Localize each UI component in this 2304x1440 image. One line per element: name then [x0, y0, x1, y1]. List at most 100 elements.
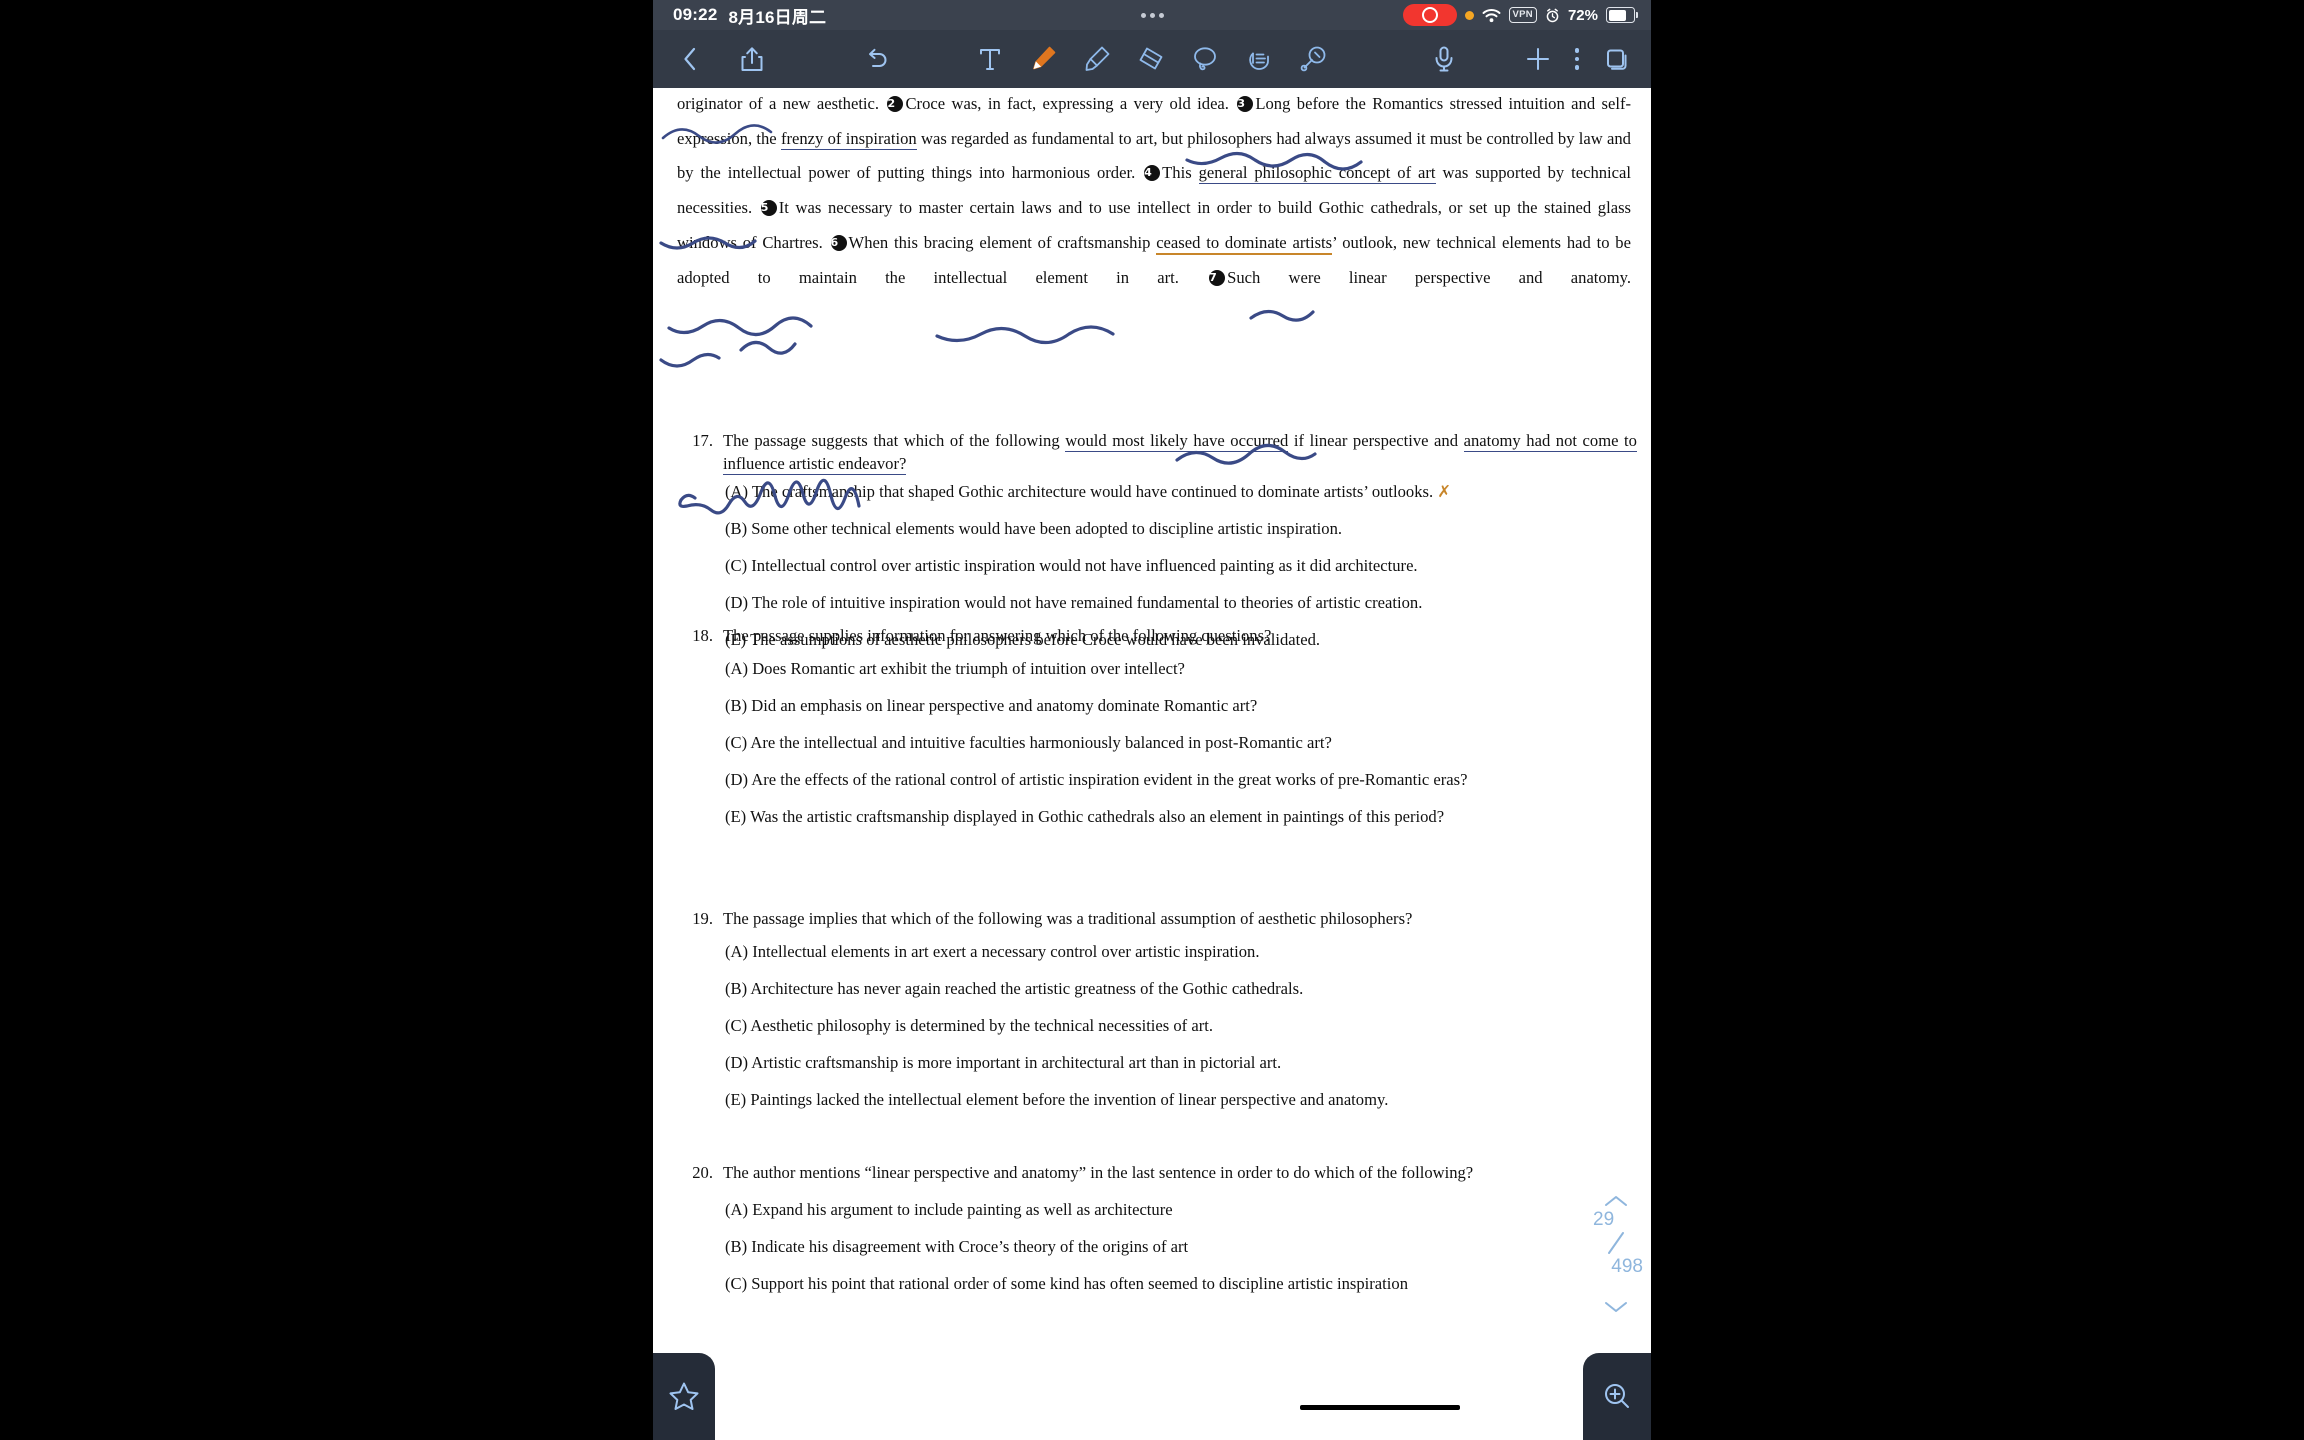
ink-stroke-bottom	[1300, 1405, 1460, 1410]
plus-icon[interactable]	[1523, 44, 1553, 74]
question-17-underline-1: would most likely have occurred	[1065, 431, 1289, 452]
option-text: Paintings lacked the intellectual elemen…	[750, 1090, 1389, 1109]
lasso-tool[interactable]	[1190, 44, 1220, 74]
passage-marker-4: 4	[1144, 165, 1161, 182]
zoom-in-button[interactable]	[1583, 1353, 1651, 1440]
toolbar-tools-group	[976, 44, 1328, 74]
editor-toolbar	[653, 30, 1651, 88]
option-text: Support his point that rational order of…	[751, 1274, 1408, 1293]
option-text: Artistic craftsmanship is more important…	[751, 1053, 1282, 1072]
option-text: The craftsmanship that shaped Gothic arc…	[751, 482, 1434, 501]
question-18-option-b[interactable]: (B) Did an emphasis on linear perspectiv…	[725, 694, 1637, 717]
question-17-option-c[interactable]: (C) Intellectual control over artistic i…	[725, 554, 1637, 577]
option-label: (C)	[725, 1274, 748, 1293]
question-19-option-b[interactable]: (B) Architecture has never again reached…	[725, 977, 1637, 1000]
option-label: (B)	[725, 1237, 748, 1256]
question-20-stem-text: The author mentions “linear perspective …	[723, 1163, 1474, 1182]
chevron-up-icon[interactable]	[1603, 1193, 1629, 1209]
option-label: (D)	[725, 770, 749, 789]
question-19-stem-text: The passage implies that which of the fo…	[723, 909, 1413, 928]
eraser-tool[interactable]	[1136, 44, 1166, 74]
question-18-stem: 18. The passage supplies information for…	[677, 624, 1637, 647]
option-text: Expand his argument to include painting …	[752, 1200, 1173, 1219]
option-label: (C)	[725, 733, 748, 752]
passage-paragraph: originator of a new aesthetic. 2 Croce wa…	[677, 88, 1631, 296]
page-indicator[interactable]: 29 498	[1587, 1193, 1645, 1315]
question-19-option-d[interactable]: (D) Artistic craftsmanship is more impor…	[725, 1051, 1637, 1074]
passage-marker-7: 7	[1209, 269, 1226, 286]
question-19: 19. The passage implies that which of th…	[677, 907, 1637, 1111]
question-20-number: 20.	[692, 1163, 713, 1182]
question-20: 20. The author mentions “linear perspect…	[677, 1161, 1637, 1295]
shape-tool[interactable]	[1298, 44, 1328, 74]
option-text: Intellectual elements in art exert a nec…	[752, 942, 1260, 961]
pages-icon[interactable]	[1601, 45, 1629, 73]
question-20-option-c[interactable]: (C) Support his point that rational orde…	[725, 1272, 1637, 1295]
document-page[interactable]: originator of a new aesthetic. 2 Croce wa…	[653, 88, 1651, 1440]
question-17-option-a[interactable]: (A) The craftsmanship that shaped Gothic…	[725, 480, 1637, 503]
passage-seg-4a: This	[1162, 163, 1192, 183]
more-menu-icon[interactable]	[1574, 48, 1579, 70]
undo-icon[interactable]	[863, 45, 891, 73]
pencil-tool[interactable]	[1028, 44, 1058, 74]
microphone-icon[interactable]	[1431, 44, 1457, 74]
option-text: Are the effects of the rational control …	[751, 770, 1468, 789]
battery-percent: 72%	[1567, 6, 1598, 24]
page-total: 498	[1611, 1256, 1643, 1277]
passage-seg-2: Croce was, in fact, expressing a very ol…	[905, 93, 1229, 113]
x-mark-icon: ✗	[1437, 482, 1452, 501]
text-tool[interactable]	[976, 44, 1004, 74]
question-19-stem: 19. The passage implies that which of th…	[677, 907, 1637, 930]
option-label: (A)	[725, 659, 749, 678]
question-18: 18. The passage supplies information for…	[677, 624, 1637, 828]
star-icon	[669, 1382, 699, 1410]
bookmark-button[interactable]	[653, 1353, 715, 1440]
question-17-stem-b: if linear perspective and	[1293, 431, 1459, 450]
toolbar-right-group	[1431, 44, 1630, 74]
option-label: (A)	[725, 942, 749, 961]
option-label: (C)	[725, 556, 748, 575]
status-bar: 09:22 8月16日周二 VPN 72%	[653, 0, 1651, 30]
passage-start: originator of a new aesthetic.	[677, 93, 880, 113]
question-20-option-a[interactable]: (A) Expand his argument to include paint…	[725, 1198, 1637, 1221]
passage-marker-3: 3	[1237, 95, 1254, 112]
question-19-option-a[interactable]: (A) Intellectual elements in art exert a…	[725, 940, 1637, 963]
question-17-option-d[interactable]: (D) The role of intuitive inspiration wo…	[725, 591, 1637, 614]
question-18-option-a[interactable]: (A) Does Romantic art exhibit the triump…	[725, 657, 1637, 680]
option-label: (B)	[725, 519, 748, 538]
page-current: 29	[1593, 1209, 1615, 1230]
status-time: 09:22	[673, 5, 718, 24]
option-label: (E)	[725, 1090, 747, 1109]
share-icon[interactable]	[739, 45, 765, 73]
question-19-option-c[interactable]: (C) Aesthetic philosophy is determined b…	[725, 1014, 1637, 1037]
hand-tool[interactable]	[1244, 44, 1274, 74]
option-label: (C)	[725, 1016, 748, 1035]
question-20-option-b[interactable]: (B) Indicate his disagreement with Croce…	[725, 1235, 1637, 1258]
question-17-stem-a: The passage suggests that which of the f…	[723, 431, 1060, 450]
status-date: 8月16日周二	[728, 7, 827, 27]
back-chevron-icon[interactable]	[679, 45, 701, 73]
option-label: (D)	[725, 593, 749, 612]
option-text: Did an emphasis on linear perspective an…	[751, 696, 1258, 715]
question-18-option-d[interactable]: (D) Are the effects of the rational cont…	[725, 768, 1637, 791]
chevron-down-icon[interactable]	[1603, 1299, 1629, 1315]
page-slash	[1608, 1232, 1624, 1254]
question-18-option-e[interactable]: (E) Was the artistic craftsmanship displ…	[725, 805, 1637, 828]
passage-underline-ceased: ceased to dominate artists	[1156, 232, 1333, 255]
option-text: Was the artistic craftsmanship displayed…	[750, 807, 1445, 826]
tablet-screen: 09:22 8月16日周二 VPN 72% originator of a ne…	[0, 0, 2304, 1440]
option-label: (D)	[725, 1053, 749, 1072]
option-label: (B)	[725, 696, 748, 715]
wifi-icon	[1482, 8, 1501, 22]
question-18-option-c[interactable]: (C) Are the intellectual and intuitive f…	[725, 731, 1637, 754]
passage-underline-frenzy: frenzy of inspiration	[780, 128, 917, 150]
question-19-option-e[interactable]: (E) Paintings lacked the intellectual el…	[725, 1088, 1637, 1111]
option-text: Intellectual control over artistic inspi…	[751, 556, 1418, 575]
recording-pill-icon[interactable]	[1402, 4, 1457, 26]
status-bar-right: VPN 72%	[1402, 4, 1638, 26]
question-17-number: 17.	[692, 431, 713, 450]
three-dots-icon	[1140, 12, 1164, 18]
option-text: Are the intellectual and intuitive facul…	[750, 733, 1332, 752]
highlighter-tool[interactable]	[1082, 44, 1112, 74]
question-17-option-b[interactable]: (B) Some other technical elements would …	[725, 517, 1637, 540]
